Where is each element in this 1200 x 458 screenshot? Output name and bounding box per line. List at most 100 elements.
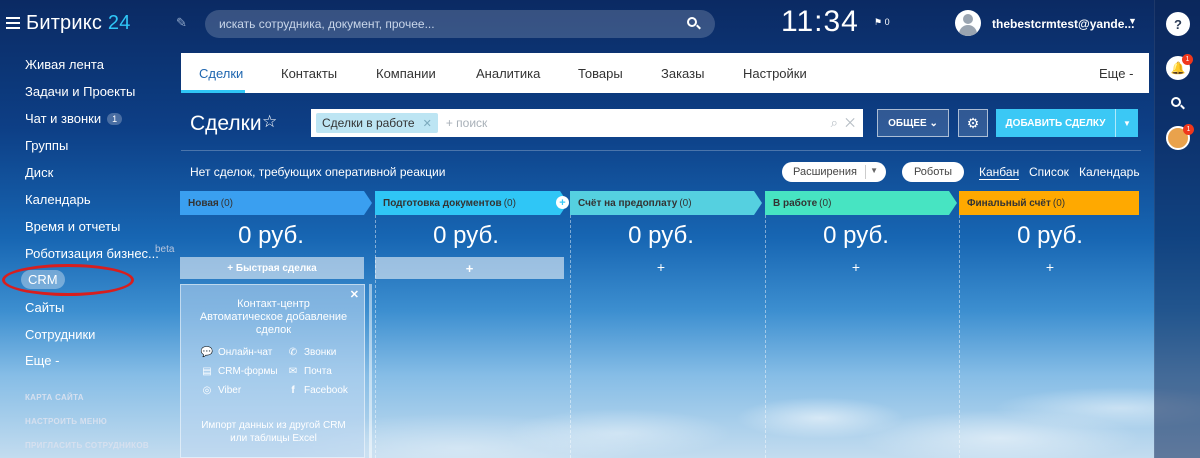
search-icon[interactable] xyxy=(1166,92,1190,116)
menu-item-sites[interactable]: Сайты xyxy=(25,300,64,315)
menu-item-crm[interactable]: CRM xyxy=(21,270,65,289)
filter-search-placeholder[interactable]: + поиск xyxy=(446,116,487,130)
flag-counter[interactable]: ⚑ 0 xyxy=(874,17,890,28)
stage-sum: 0 руб. xyxy=(823,222,889,249)
quick-deal-button[interactable]: + Быстрая сделка xyxy=(180,257,364,279)
menu-icon[interactable] xyxy=(6,17,20,29)
menu-item-employees[interactable]: Сотрудники xyxy=(25,327,95,342)
add-deal-label: ДОБАВИТЬ СДЕЛКУ xyxy=(1005,117,1106,129)
stage-header-invoice[interactable]: Счёт на предоплату (0) xyxy=(570,191,762,215)
invite-employees-link[interactable]: ПРИГЛАСИТЬ СОТРУДНИКОВ xyxy=(25,441,149,450)
flag-icon: ⚑ xyxy=(874,17,883,27)
add-deal-plus-button[interactable]: + xyxy=(375,257,564,279)
view-calendar[interactable]: Календарь xyxy=(1079,165,1140,179)
search-input[interactable] xyxy=(219,17,687,31)
option-mail[interactable]: ✉ Почта xyxy=(287,366,332,377)
filter-bar[interactable]: Сделки в работе ✕ + поиск ⌕ ✕ xyxy=(311,109,863,137)
clear-icon[interactable]: ✕ xyxy=(845,115,855,130)
option-calls[interactable]: ✆ Звонки xyxy=(287,347,337,358)
close-icon[interactable]: ✕ xyxy=(423,117,432,130)
stage-header-new[interactable]: Новая (0) xyxy=(180,191,372,215)
phone-icon: ✆ xyxy=(288,347,298,358)
mail-icon: ✉ xyxy=(288,366,298,377)
menu-item-calendar[interactable]: Календарь xyxy=(25,192,91,207)
add-deal-button[interactable]: ДОБАВИТЬ СДЕЛКУ ▼ xyxy=(996,109,1138,137)
sitemap-link[interactable]: КАРТА САЙТА xyxy=(25,393,84,402)
chevron-down-icon: ⌄ xyxy=(929,117,938,129)
stage-sum: 0 руб. xyxy=(1017,222,1083,249)
menu-item-disk[interactable]: Диск xyxy=(25,165,53,180)
chevron-down-icon[interactable]: ▼ xyxy=(1128,16,1137,26)
extensions-button[interactable]: Расширения ▼ xyxy=(782,162,886,182)
chevron-down-icon: ▼ xyxy=(870,166,878,175)
option-online-chat[interactable]: 💬 Онлайн-чат xyxy=(200,347,273,358)
tab-products[interactable]: Товары xyxy=(578,66,623,81)
no-deals-text: Нет сделок, требующих оперативной реакци… xyxy=(190,165,446,179)
option-crm-forms[interactable]: ▤ CRM-формы xyxy=(201,366,277,377)
option-viber[interactable]: ◎ Viber xyxy=(201,385,242,396)
column-separator xyxy=(765,215,766,458)
right-rail: ? 🔔 1 1 xyxy=(1154,0,1200,458)
pencil-icon[interactable]: ✎ xyxy=(176,15,187,31)
stage-sum: 0 руб. xyxy=(433,222,499,249)
chevron-down-icon[interactable]: ▼ xyxy=(1115,109,1138,137)
tab-orders[interactable]: Заказы xyxy=(661,66,704,81)
view-kanban[interactable]: Канбан xyxy=(979,165,1020,180)
tab-analytics[interactable]: Аналитика xyxy=(476,66,540,81)
active-tab-indicator xyxy=(181,90,245,93)
menu-item-feed[interactable]: Живая лента xyxy=(25,57,104,72)
import-link[interactable]: Импорт данных из другой CRM xyxy=(181,419,366,432)
menu-item-robotization[interactable]: Роботизация бизнес... xyxy=(25,246,159,261)
view-list[interactable]: Список xyxy=(1029,165,1069,179)
tab-contacts[interactable]: Контакты xyxy=(281,66,337,81)
stage-header-final[interactable]: Финальный счёт (0) xyxy=(959,191,1139,215)
viber-icon: ◎ xyxy=(202,385,212,396)
contact-center-subtitle: сделок xyxy=(255,324,292,336)
extensions-label: Расширения xyxy=(793,166,857,178)
scrollbar[interactable] xyxy=(369,284,372,458)
contact-center-title: Контакт-центр xyxy=(237,298,310,310)
search-icon[interactable] xyxy=(687,17,701,31)
plus-icon[interactable]: + xyxy=(761,259,951,275)
robots-button[interactable]: Роботы xyxy=(902,162,964,182)
top-bar: Битрикс 24 ✎ 11:34 ⚑ 0 thebestcrmtest@ya… xyxy=(0,0,1154,48)
chat-icon: 💬 xyxy=(200,347,214,358)
chat-badge: 1 xyxy=(107,112,123,125)
add-stage-icon[interactable]: + xyxy=(556,196,569,209)
facebook-icon: f xyxy=(291,385,295,396)
menu-item-label: Чат и звонки xyxy=(25,111,102,126)
stage-sum: 0 руб. xyxy=(238,222,304,249)
gear-icon[interactable]: ⚙ xyxy=(958,109,988,137)
search-icon[interactable]: ⌕ xyxy=(831,115,838,130)
menu-item-time[interactable]: Время и отчеты xyxy=(25,219,120,234)
stage-header-inwork[interactable]: В работе (0) xyxy=(765,191,957,215)
plus-icon: + xyxy=(227,262,234,274)
contact-center-subtitle: Автоматическое добавление xyxy=(199,311,348,323)
username[interactable]: thebestcrmtest@yande... xyxy=(992,17,1134,31)
plus-icon[interactable]: + xyxy=(955,259,1145,275)
menu-item-chat[interactable]: Чат и звонки 1 xyxy=(25,111,123,126)
tab-more[interactable]: Еще - xyxy=(1099,66,1133,81)
help-icon[interactable]: ? xyxy=(1166,12,1190,36)
logo[interactable]: Битрикс 24 xyxy=(26,12,131,35)
option-facebook[interactable]: f Facebook xyxy=(287,385,348,396)
import-link[interactable]: или таблицы Excel xyxy=(181,432,366,445)
filter-chip[interactable]: Сделки в работе ✕ xyxy=(316,113,438,133)
star-icon[interactable]: ☆ xyxy=(262,112,277,132)
tab-companies[interactable]: Компании xyxy=(376,66,436,81)
user-avatar[interactable] xyxy=(955,10,981,36)
tab-settings[interactable]: Настройки xyxy=(743,66,807,81)
menu-item-groups[interactable]: Группы xyxy=(25,138,68,153)
menu-item-more[interactable]: Еще - xyxy=(25,353,59,368)
tab-deals[interactable]: Сделки xyxy=(199,66,243,81)
stage-header-docs[interactable]: Подготовка документов (0) xyxy=(375,191,568,215)
search-bar[interactable] xyxy=(205,10,715,38)
general-button[interactable]: ОБЩЕЕ ⌄ xyxy=(877,109,949,137)
contact-center-card: ✕ Контакт-центр Автоматическое добавлени… xyxy=(180,284,365,458)
configure-menu-link[interactable]: НАСТРОИТЬ МЕНЮ xyxy=(25,417,107,426)
column-separator xyxy=(375,215,376,458)
menu-item-tasks[interactable]: Задачи и Проекты xyxy=(25,84,135,99)
plus-icon[interactable]: + xyxy=(566,259,756,275)
plus-icon: + xyxy=(465,260,474,276)
clock: 11:34 xyxy=(781,5,859,38)
